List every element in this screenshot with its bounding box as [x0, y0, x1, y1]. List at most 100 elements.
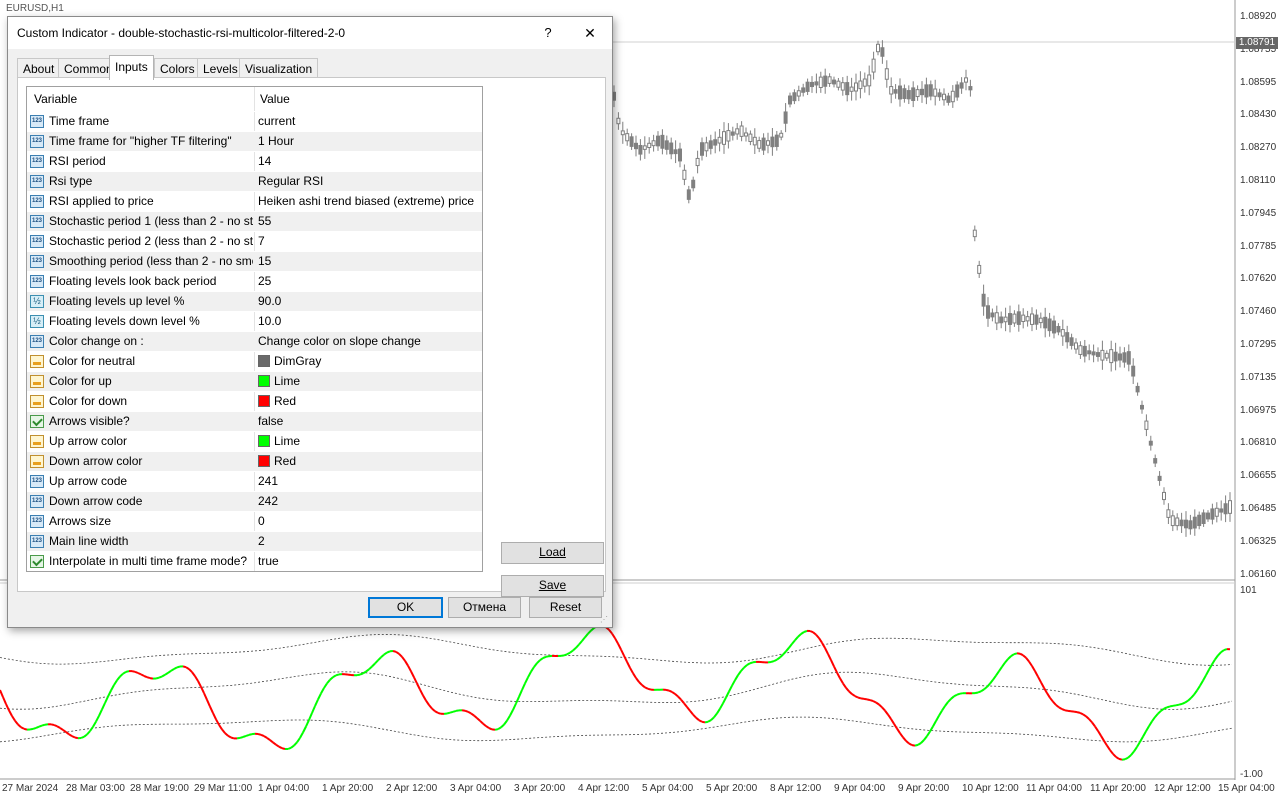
- input-value[interactable]: Lime: [258, 432, 478, 452]
- input-value[interactable]: current: [258, 112, 478, 132]
- time-tick-label: 15 Apr 04:00: [1218, 783, 1275, 794]
- input-row[interactable]: Color change on : Change color on slope c…: [27, 331, 482, 351]
- input-row[interactable]: Smoothing period (less than 2 - no smoot…: [27, 251, 482, 271]
- input-value[interactable]: 241: [258, 472, 478, 492]
- input-value[interactable]: Lime: [258, 372, 478, 392]
- input-value[interactable]: 2: [258, 532, 478, 552]
- input-value[interactable]: Change color on slope change: [258, 332, 478, 352]
- oscillator-segment: [680, 698, 685, 704]
- input-value[interactable]: false: [258, 412, 478, 432]
- oscillator-segment: [422, 694, 427, 702]
- save-button[interactable]: Save: [501, 575, 604, 597]
- tab-colors[interactable]: Colors: [154, 58, 201, 79]
- oscillator-segment: [56, 725, 61, 729]
- integer-param-icon: [30, 195, 44, 208]
- reset-button[interactable]: Reset: [529, 597, 602, 618]
- cancel-button[interactable]: Отмена: [448, 597, 521, 618]
- resize-grip-icon[interactable]: ⋰: [600, 615, 610, 625]
- header-value[interactable]: Value: [260, 87, 290, 111]
- input-value[interactable]: 14: [258, 152, 478, 172]
- input-name: Stochastic period 1 (less than 2 - no st…: [49, 214, 253, 228]
- price-tick-label: 1.06975: [1240, 404, 1277, 416]
- input-row[interactable]: Color for down Red: [27, 391, 482, 411]
- oscillator-segment: [1142, 730, 1147, 738]
- oscillator-segment: [50, 723, 55, 726]
- input-row[interactable]: Color for up Lime: [27, 371, 482, 391]
- input-row[interactable]: Floating levels look back period 25: [27, 271, 482, 291]
- input-row[interactable]: Rsi type Regular RSI: [27, 171, 482, 191]
- input-value[interactable]: 242: [258, 492, 478, 512]
- dialog-titlebar[interactable]: Custom Indicator - double-stochastic-rsi…: [8, 17, 612, 49]
- oscillator-segment: [380, 653, 385, 659]
- ok-button[interactable]: OK: [368, 597, 443, 618]
- oscillator-segment: [1133, 746, 1138, 752]
- oscillator-segment: [116, 675, 121, 681]
- input-row[interactable]: Time frame for "higher TF filtering" 1 Ho…: [27, 131, 482, 151]
- input-row[interactable]: RSI period 14: [27, 151, 482, 171]
- oscillator-segment: [206, 699, 211, 708]
- oscillator-segment: [170, 668, 175, 672]
- input-row[interactable]: RSI applied to price Heiken ashi trend bi…: [27, 191, 482, 211]
- input-row[interactable]: Color for neutral DimGray: [27, 351, 482, 371]
- input-row[interactable]: Up arrow color Lime: [27, 431, 482, 451]
- candle-body: [1069, 337, 1074, 346]
- tab-about[interactable]: About: [17, 58, 61, 79]
- oscillator-segment: [356, 673, 361, 677]
- input-value[interactable]: 25: [258, 272, 478, 292]
- input-value[interactable]: true: [258, 552, 478, 571]
- inputs-grid[interactable]: Variable Value Time framecurrentTime fra…: [26, 86, 483, 572]
- input-value-text: DimGray: [274, 354, 322, 368]
- input-row[interactable]: Floating levels up level % 90.0: [27, 291, 482, 311]
- tab-inputs[interactable]: Inputs: [109, 55, 154, 80]
- candle-body: [1078, 345, 1083, 355]
- candle-body: [871, 58, 876, 73]
- candle-body: [1025, 316, 1030, 322]
- close-icon[interactable]: ✕: [578, 23, 602, 43]
- input-value[interactable]: Red: [258, 392, 478, 412]
- input-value[interactable]: 15: [258, 252, 478, 272]
- help-button[interactable]: ?: [538, 23, 558, 43]
- input-value[interactable]: DimGray: [258, 352, 478, 372]
- oscillator-segment: [671, 691, 676, 695]
- input-value[interactable]: 10.0: [258, 312, 478, 332]
- oscillator-segment: [899, 732, 904, 738]
- input-row[interactable]: Down arrow code 242: [27, 491, 482, 511]
- input-row[interactable]: Stochastic period 1 (less than 2 - no st…: [27, 211, 482, 231]
- input-row[interactable]: Arrows size 0: [27, 511, 482, 531]
- input-row[interactable]: Time frame current: [27, 111, 482, 131]
- oscillator-segment: [617, 643, 622, 650]
- header-variable[interactable]: Variable: [34, 87, 77, 111]
- candle-body: [990, 312, 995, 318]
- input-value[interactable]: 7: [258, 232, 478, 252]
- input-value[interactable]: 55: [258, 212, 478, 232]
- integer-param-icon: [30, 475, 44, 488]
- input-value[interactable]: 0: [258, 512, 478, 532]
- input-value-text: Heiken ashi trend biased (extreme) price: [258, 194, 475, 208]
- input-value[interactable]: Regular RSI: [258, 172, 478, 192]
- oscillator-segment: [149, 677, 154, 680]
- oscillator-segment: [413, 676, 418, 684]
- input-row[interactable]: Arrows visible? false: [27, 411, 482, 431]
- input-value[interactable]: 1 Hour: [258, 132, 478, 152]
- input-row[interactable]: Up arrow code 241: [27, 471, 482, 491]
- oscillator-segment: [515, 696, 520, 704]
- color-swatch: [258, 435, 270, 447]
- oscillator-segment: [791, 639, 796, 645]
- input-value[interactable]: 90.0: [258, 292, 478, 312]
- input-value[interactable]: Heiken ashi trend biased (extreme) price: [258, 192, 478, 212]
- tab-levels[interactable]: Levels: [197, 58, 244, 79]
- input-row[interactable]: Interpolate in multi time frame mode? tru…: [27, 551, 482, 571]
- input-row[interactable]: Main line width 2: [27, 531, 482, 551]
- oscillator-segment: [542, 655, 547, 660]
- input-value[interactable]: Red: [258, 452, 478, 472]
- input-row[interactable]: Down arrow color Red: [27, 451, 482, 471]
- tab-visualization[interactable]: Visualization: [239, 58, 319, 79]
- load-button[interactable]: Load: [501, 542, 604, 564]
- oscillator-segment: [746, 662, 751, 666]
- input-row[interactable]: Stochastic period 2 (less than 2 - no st…: [27, 231, 482, 251]
- oscillator-segment: [65, 731, 70, 736]
- oscillator-segment: [812, 631, 817, 636]
- oscillator-segment: [509, 709, 514, 717]
- input-row[interactable]: Floating levels down level % 10.0: [27, 311, 482, 331]
- oscillator-segment: [644, 686, 649, 690]
